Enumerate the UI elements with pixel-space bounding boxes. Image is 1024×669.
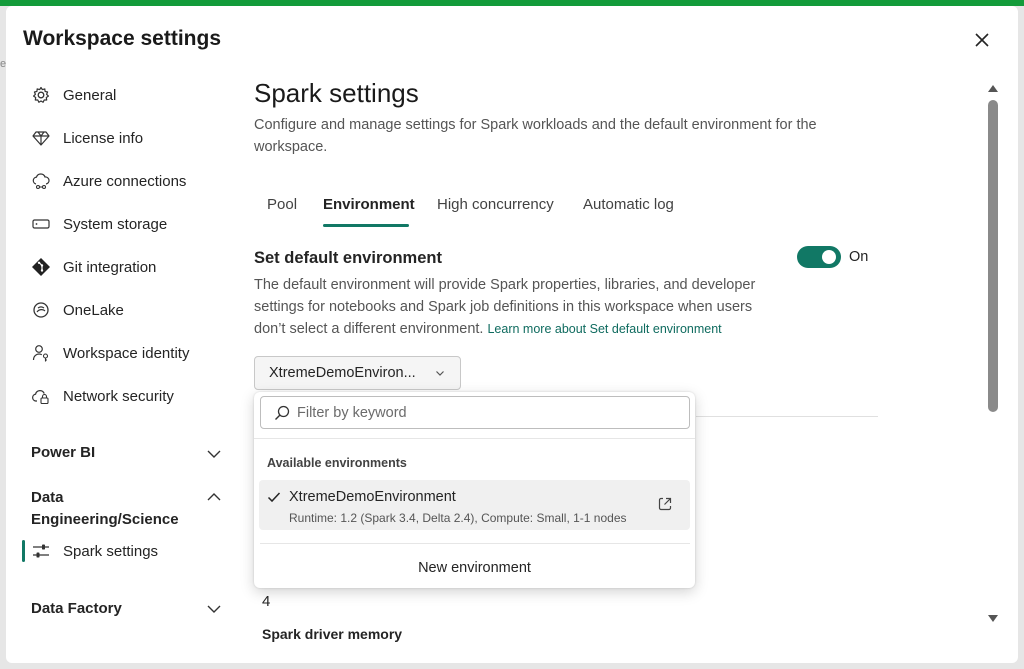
- sidebar-item-license-info[interactable]: License info: [31, 126, 143, 150]
- scroll-down-arrow-icon[interactable]: [987, 614, 999, 624]
- environment-dropdown: Available environments XtremeDemoEnviron…: [254, 392, 695, 588]
- sidebar-item-label: Azure connections: [63, 172, 187, 190]
- sidebar-item-workspace-identity[interactable]: Workspace identity: [31, 341, 189, 365]
- section-data-factory[interactable]: Data Factory: [31, 600, 122, 617]
- sidebar-item-label: System storage: [63, 215, 168, 233]
- active-indicator: [22, 540, 25, 562]
- sidebar-item-label: License info: [63, 129, 144, 147]
- toggle-knob: [822, 250, 836, 264]
- available-environments-header: Available environments: [267, 456, 407, 470]
- divider: [260, 543, 690, 544]
- close-icon: [975, 33, 989, 47]
- git-icon: [31, 257, 51, 277]
- filter-box[interactable]: [260, 396, 690, 429]
- identity-icon: [31, 343, 51, 363]
- sidebar-item-system-storage[interactable]: System storage: [31, 212, 167, 236]
- sidebar-item-onelake[interactable]: OneLake: [31, 298, 124, 322]
- section-power-bi[interactable]: Power BI: [31, 444, 95, 461]
- sidebar-item-label: General: [63, 86, 117, 104]
- search-icon: [275, 405, 290, 420]
- close-button[interactable]: [972, 30, 992, 50]
- sidebar-item-label: Network security: [63, 387, 174, 405]
- background-value: 4: [262, 593, 271, 610]
- sidebar-item-azure-connections[interactable]: Azure connections: [31, 169, 186, 193]
- sidebar-item-git-integration[interactable]: Git integration: [31, 255, 156, 279]
- sidebar-item-network-security[interactable]: Network security: [31, 384, 174, 408]
- scroll-up-arrow-icon[interactable]: [987, 83, 999, 93]
- environment-select[interactable]: XtremeDemoEnviron...: [254, 356, 461, 390]
- sidebar-item-label: Git integration: [63, 258, 157, 276]
- cloud-link-icon: [31, 171, 51, 191]
- default-env-description: The default environment will provide Spa…: [254, 274, 784, 340]
- background-cut-label: Spark driver memory: [262, 626, 403, 642]
- chevron-down-icon[interactable]: [206, 446, 222, 462]
- storage-icon: [31, 214, 51, 234]
- section-data-engineering-line1[interactable]: Data: [31, 489, 64, 506]
- tab-high-concurrency[interactable]: High concurrency: [437, 196, 554, 213]
- scrollbar-thumb[interactable]: [988, 100, 998, 412]
- tab-pool[interactable]: Pool: [267, 196, 297, 213]
- dialog-title: Workspace settings: [23, 27, 222, 50]
- new-environment-button[interactable]: New environment: [254, 560, 695, 576]
- divider: [254, 438, 695, 439]
- diamond-icon: [31, 128, 51, 148]
- gear-icon: [31, 85, 51, 105]
- filter-input[interactable]: [297, 404, 677, 421]
- checkmark-icon: [267, 492, 281, 503]
- onelake-icon: [31, 300, 51, 320]
- default-env-title: Set default environment: [254, 249, 442, 267]
- tab-environment[interactable]: Environment: [323, 196, 415, 213]
- tab-automatic-log[interactable]: Automatic log: [583, 196, 674, 213]
- page-description: Configure and manage settings for Spark …: [254, 117, 817, 155]
- learn-more-link[interactable]: Learn more about Set default environment: [487, 322, 721, 336]
- chevron-down-icon: [436, 371, 444, 376]
- section-data-engineering-line2[interactable]: Engineering/Science: [31, 511, 179, 528]
- sidebar-item-label: OneLake: [63, 301, 124, 319]
- section-divider: [696, 416, 878, 417]
- page-title: Spark settings: [254, 78, 419, 108]
- sliders-icon: [31, 541, 51, 561]
- toggle-state-label: On: [849, 249, 869, 265]
- open-external-icon[interactable]: [657, 496, 673, 512]
- chevron-down-icon[interactable]: [206, 601, 222, 617]
- environment-select-value: XtremeDemoEnviron...: [269, 365, 416, 381]
- cloud-lock-icon: [31, 386, 51, 406]
- workspace-settings-dialog: Workspace settings General License info …: [6, 6, 1018, 663]
- environment-option[interactable]: XtremeDemoEnvironment Runtime: 1.2 (Spar…: [259, 480, 690, 530]
- default-env-toggle[interactable]: [797, 246, 841, 268]
- sidebar-item-spark-settings[interactable]: Spark settings: [31, 539, 158, 563]
- chevron-up-icon[interactable]: [206, 489, 222, 505]
- sidebar-item-label: Spark settings: [63, 542, 159, 560]
- environment-option-name: XtremeDemoEnvironment: [289, 489, 456, 505]
- sidebar-item-general[interactable]: General: [31, 83, 116, 107]
- active-tab-underline: [323, 224, 409, 227]
- environment-option-details: Runtime: 1.2 (Spark 3.4, Delta 2.4), Com…: [289, 511, 627, 525]
- sidebar-item-label: Workspace identity: [63, 344, 190, 362]
